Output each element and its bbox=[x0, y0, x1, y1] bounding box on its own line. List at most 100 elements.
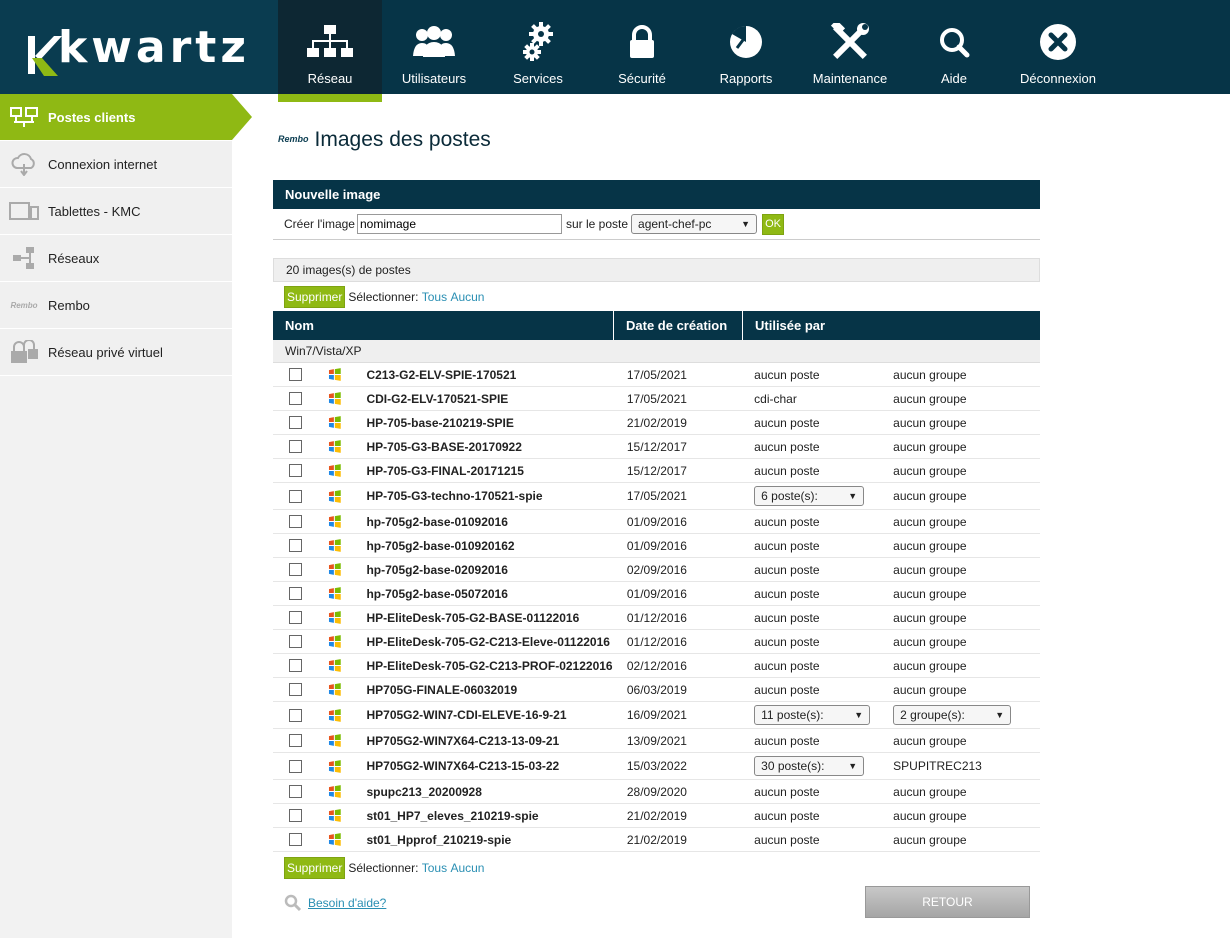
chevron-down-icon: ▼ bbox=[995, 710, 1005, 720]
used-by-text: aucun poste bbox=[754, 463, 820, 478]
nav-item-6[interactable]: Aide bbox=[902, 0, 1006, 94]
select-label: Sélectionner: bbox=[348, 290, 419, 304]
nav-item-3[interactable]: Sécurité bbox=[590, 0, 694, 94]
nav-item-4[interactable]: Rapports bbox=[694, 0, 798, 94]
col-used[interactable]: Utilisée par bbox=[743, 311, 1040, 340]
logo[interactable]: kwartz bbox=[0, 0, 278, 94]
creation-date: 01/09/2016 bbox=[626, 538, 687, 553]
used-by-cell: 30 poste(s): ▼ bbox=[754, 756, 893, 776]
row-checkbox[interactable] bbox=[289, 440, 302, 453]
nav-item-1[interactable]: Utilisateurs bbox=[382, 0, 486, 94]
image-name[interactable]: HP705G-FINALE-06032019 bbox=[366, 683, 626, 697]
sidebar-item-1[interactable]: Connexion internet bbox=[0, 141, 232, 188]
gears-icon bbox=[486, 22, 590, 62]
image-name[interactable]: st01_Hpprof_210219-spie bbox=[366, 833, 626, 847]
image-name[interactable]: hp-705g2-base-02092016 bbox=[366, 563, 626, 577]
creation-date: 01/12/2016 bbox=[626, 634, 687, 649]
used-by-text: aucun poste bbox=[754, 610, 820, 625]
row-checkbox[interactable] bbox=[289, 489, 302, 503]
retour-button[interactable]: RETOUR bbox=[865, 886, 1030, 918]
image-name[interactable]: HP-705-G3-FINAL-20171215 bbox=[366, 464, 626, 478]
row-checkbox[interactable] bbox=[289, 759, 302, 773]
used-by-cell: aucun poste bbox=[754, 734, 893, 748]
nav-item-0[interactable]: Réseau bbox=[278, 0, 382, 102]
image-name[interactable]: hp-705g2-base-01092016 bbox=[366, 515, 626, 529]
row-checkbox[interactable] bbox=[289, 635, 302, 648]
sidebar-item-3[interactable]: Réseaux bbox=[0, 235, 232, 282]
ok-button[interactable]: OK bbox=[762, 213, 785, 235]
image-name[interactable]: HP-EliteDesk-705-G2-BASE-01122016 bbox=[366, 611, 626, 625]
nav-item-7[interactable]: Déconnexion bbox=[1006, 0, 1110, 94]
nav-item-5[interactable]: Maintenance bbox=[798, 0, 902, 94]
page-title: Rembo Images des postes bbox=[278, 128, 491, 152]
nav-label: Réseau bbox=[307, 71, 353, 86]
table-row: spupc213_20200928 28/09/2020 aucun poste au… bbox=[273, 780, 1040, 804]
select-none-link[interactable]: Aucun bbox=[450, 861, 484, 875]
nav-item-2[interactable]: Services bbox=[486, 0, 590, 94]
col-date[interactable]: Date de création bbox=[614, 311, 743, 340]
group-cell: aucun groupe bbox=[893, 809, 1040, 823]
sidebar: Postes clients Connexion internet Tablette… bbox=[0, 94, 252, 938]
image-name[interactable]: HP-705-G3-techno-170521-spie bbox=[366, 489, 626, 503]
image-name[interactable]: HP-705-G3-BASE-20170922 bbox=[366, 440, 626, 454]
sidebar-item-2[interactable]: Tablettes - KMC bbox=[0, 188, 232, 235]
row-checkbox[interactable] bbox=[289, 416, 302, 429]
poste-select[interactable]: agent-chef-pc ▼ bbox=[631, 214, 758, 234]
row-checkbox[interactable] bbox=[289, 785, 302, 798]
row-checkbox[interactable] bbox=[289, 464, 302, 477]
row-checkbox[interactable] bbox=[289, 611, 302, 624]
row-checkbox[interactable] bbox=[289, 833, 302, 846]
computers-icon bbox=[0, 94, 48, 141]
image-name[interactable]: C213-G2-ELV-SPIE-170521 bbox=[366, 368, 626, 382]
sidebar-item-label: Postes clients bbox=[48, 109, 136, 125]
used-by-text: aucun poste bbox=[754, 832, 820, 847]
image-name[interactable]: hp-705g2-base-010920162 bbox=[366, 539, 626, 553]
image-name[interactable]: HP705G2-WIN7-CDI-ELEVE-16-9-21 bbox=[366, 708, 626, 722]
row-checkbox[interactable] bbox=[289, 809, 302, 822]
creation-date: 02/12/2016 bbox=[626, 658, 687, 673]
help-link[interactable]: Besoin d'aide? bbox=[308, 896, 386, 910]
sidebar-item-4[interactable]: Rembo Rembo bbox=[0, 282, 232, 329]
used-by-select[interactable]: 11 poste(s): ▼ bbox=[754, 705, 871, 725]
image-name[interactable]: HP-EliteDesk-705-G2-C213-PROF-02122016 bbox=[366, 659, 626, 673]
image-name[interactable]: st01_HP7_eleves_210219-spie bbox=[366, 809, 626, 823]
used-by-cell: aucun poste bbox=[754, 539, 893, 553]
row-checkbox[interactable] bbox=[289, 587, 302, 600]
image-name[interactable]: HP705G2-WIN7X64-C213-15-03-22 bbox=[366, 759, 626, 773]
select-all-link[interactable]: Tous bbox=[422, 290, 447, 304]
row-checkbox[interactable] bbox=[289, 734, 302, 747]
image-name[interactable]: hp-705g2-base-05072016 bbox=[366, 587, 626, 601]
used-by-select[interactable]: 6 poste(s): ▼ bbox=[754, 486, 865, 506]
row-checkbox[interactable] bbox=[289, 539, 302, 552]
sidebar-item-5[interactable]: Réseau privé virtuel bbox=[0, 329, 232, 376]
image-name-input[interactable] bbox=[356, 214, 562, 234]
row-checkbox[interactable] bbox=[289, 708, 302, 722]
image-name[interactable]: spupc213_20200928 bbox=[366, 785, 626, 799]
delete-button[interactable]: Supprimer bbox=[284, 857, 346, 879]
image-name[interactable]: HP705G2-WIN7X64-C213-13-09-21 bbox=[366, 734, 626, 748]
row-checkbox[interactable] bbox=[289, 563, 302, 576]
sidebar-item-label: Rembo bbox=[48, 297, 90, 313]
select-all-link[interactable]: Tous bbox=[422, 861, 447, 875]
windows-icon bbox=[328, 659, 341, 672]
row-checkbox[interactable] bbox=[289, 659, 302, 672]
used-by-select[interactable]: 30 poste(s): ▼ bbox=[754, 756, 865, 776]
windows-icon bbox=[328, 416, 341, 429]
row-checkbox[interactable] bbox=[289, 368, 302, 381]
group-text: aucun groupe bbox=[893, 610, 967, 625]
delete-button[interactable]: Supprimer bbox=[284, 286, 346, 308]
new-image-header: Nouvelle image bbox=[273, 180, 1040, 209]
col-name[interactable]: Nom bbox=[273, 311, 614, 340]
group-select[interactable]: 2 groupe(s): ▼ bbox=[893, 705, 1012, 725]
select-none-link[interactable]: Aucun bbox=[450, 290, 484, 304]
row-checkbox[interactable] bbox=[289, 683, 302, 696]
used-by-cell: aucun poste bbox=[754, 464, 893, 478]
row-checkbox[interactable] bbox=[289, 392, 302, 405]
used-by-cell: aucun poste bbox=[754, 809, 893, 823]
sidebar-item-0[interactable]: Postes clients bbox=[0, 94, 252, 141]
image-name[interactable]: HP-EliteDesk-705-G2-C213-Eleve-01122016 bbox=[366, 635, 626, 649]
image-name[interactable]: CDI-G2-ELV-170521-SPIE bbox=[366, 392, 626, 406]
row-checkbox[interactable] bbox=[289, 515, 302, 528]
creation-date: 15/12/2017 bbox=[626, 439, 687, 454]
image-name[interactable]: HP-705-base-210219-SPIE bbox=[366, 416, 626, 430]
